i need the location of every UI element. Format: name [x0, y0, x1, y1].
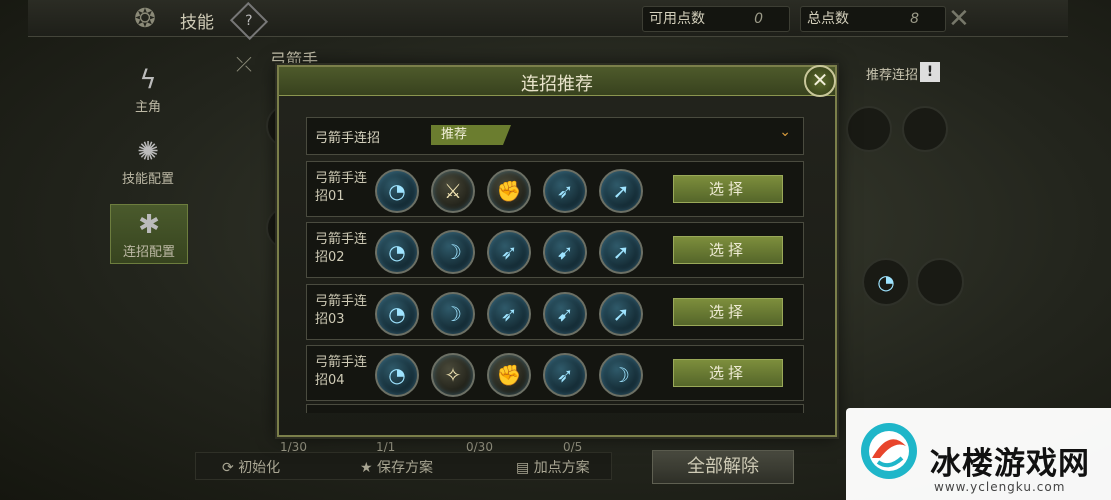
watermark-url: www.yclengku.com: [934, 480, 1066, 494]
available-points: 可用点数 0: [642, 6, 790, 32]
recommend-combo-label[interactable]: 推荐连招: [866, 64, 918, 83]
arrow-pierce-skill-icon: ➚: [599, 230, 643, 274]
whirl-skill-icon: ◔: [375, 169, 419, 213]
arrow-shot-skill-icon: ➶: [543, 169, 587, 213]
refresh-icon: ⟳: [222, 460, 234, 476]
combo-dropdown[interactable]: 弓箭手连招 推荐 ⌄: [306, 117, 804, 155]
whirl-skill-icon: ◔: [375, 292, 419, 336]
modal-title: 连招推荐: [521, 74, 593, 95]
combo-name: 弓箭手连招02: [315, 232, 368, 265]
fist-skill-icon: ✊: [487, 353, 531, 397]
arrow-volley-skill-icon: ➹: [543, 292, 587, 336]
select-button[interactable]: 选择: [673, 359, 783, 387]
combo-row: 弓箭手连招02 ◔ ☽ ➶ ➹ ➚ 选择: [306, 222, 804, 278]
arrow-shot-skill-icon: ➶: [487, 292, 531, 336]
skill-slot[interactable]: [902, 106, 948, 152]
whirl-skill-icon: ◔: [375, 353, 419, 397]
skill-slot-whirl[interactable]: ◔: [862, 258, 910, 306]
recommend-tag: 推荐: [431, 125, 511, 145]
page-title: 技能: [180, 13, 214, 33]
class-emblem-icon: ❂: [134, 4, 156, 34]
select-button[interactable]: 选择: [673, 298, 783, 326]
swirl-icon: ✺: [137, 137, 159, 167]
select-button[interactable]: 选择: [673, 236, 783, 264]
star-icon: ★: [360, 460, 373, 476]
combo-row-partial: [306, 404, 804, 413]
leap-skill-icon: ✧: [431, 353, 475, 397]
total-points-value: 8: [910, 11, 919, 27]
bow-icon: ⤫: [236, 52, 252, 76]
fist-skill-icon: ✊: [487, 169, 531, 213]
release-all-button[interactable]: 全部解除: [652, 450, 794, 484]
whirl-skill-icon: ◔: [375, 230, 419, 274]
arrow-shot-skill-icon: ➶: [543, 353, 587, 397]
sidebar-item-skill-config[interactable]: ✺ 技能配置: [110, 136, 186, 187]
modal-header: 连招推荐: [279, 67, 835, 96]
select-button[interactable]: 选择: [673, 175, 783, 203]
sidebar-item-combo-config[interactable]: ✱ 连招配置: [110, 204, 188, 264]
warning-icon[interactable]: !: [920, 62, 940, 82]
dropdown-label: 弓箭手连招: [315, 131, 381, 146]
sidebar-item-label: 连招配置: [122, 245, 175, 260]
arrow-volley-skill-icon: ➹: [543, 230, 587, 274]
total-points: 总点数 8: [800, 6, 946, 32]
watermark-logo-icon: [861, 423, 917, 479]
combo-name: 弓箭手连招03: [315, 294, 368, 327]
combo-name: 弓箭手连招04: [315, 355, 368, 388]
combo-icon: ✱: [138, 210, 160, 240]
total-points-label: 总点数: [807, 11, 849, 27]
point-plan-button[interactable]: ▤ 加点方案: [516, 457, 590, 477]
bow-draw-skill-icon: ☽: [431, 230, 475, 274]
sidebar-item-label: 技能配置: [121, 172, 174, 187]
book-icon: ▤: [516, 460, 530, 476]
combo-row: 弓箭手连招01 ◔ ⚔ ✊ ➶ ➚ 选择: [306, 161, 804, 217]
combo-row: 弓箭手连招04 ◔ ✧ ✊ ➶ ☽ 选择: [306, 345, 804, 401]
close-icon[interactable]: ✕: [804, 65, 836, 97]
watermark-text: 冰楼游戏网: [930, 446, 1090, 482]
combo-name: 弓箭手连招01: [315, 171, 368, 204]
bow-draw-skill-icon: ☽: [431, 292, 475, 336]
lightning-icon: ϟ: [139, 65, 157, 95]
skill-slot[interactable]: [846, 106, 892, 152]
arrow-pierce-skill-icon: ➚: [599, 292, 643, 336]
combo-row: 弓箭手连招03 ◔ ☽ ➶ ➹ ➚ 选择: [306, 284, 804, 340]
sidebar-item-protagonist[interactable]: ϟ 主角: [110, 64, 186, 115]
chevron-down-icon[interactable]: ⌄: [779, 124, 791, 140]
close-page-icon[interactable]: ✕: [948, 4, 970, 34]
bow-draw-skill-icon: ☽: [599, 353, 643, 397]
sidebar-item-label: 主角: [134, 100, 161, 115]
arrow-pierce-skill-icon: ➚: [599, 169, 643, 213]
save-plan-button[interactable]: ★ 保存方案: [360, 457, 433, 477]
skill-slot[interactable]: [916, 258, 964, 306]
crossed-swords-skill-icon: ⚔: [431, 169, 475, 213]
available-points-value: 0: [754, 11, 763, 27]
watermark: 冰楼游戏网 www.yclengku.com: [846, 408, 1111, 500]
reset-button[interactable]: ⟳ 初始化: [222, 457, 280, 477]
bottom-action-bar: ⟳ 初始化 ★ 保存方案 ▤ 加点方案: [195, 452, 612, 480]
available-points-label: 可用点数: [649, 11, 705, 27]
arrow-shot-skill-icon: ➶: [487, 230, 531, 274]
